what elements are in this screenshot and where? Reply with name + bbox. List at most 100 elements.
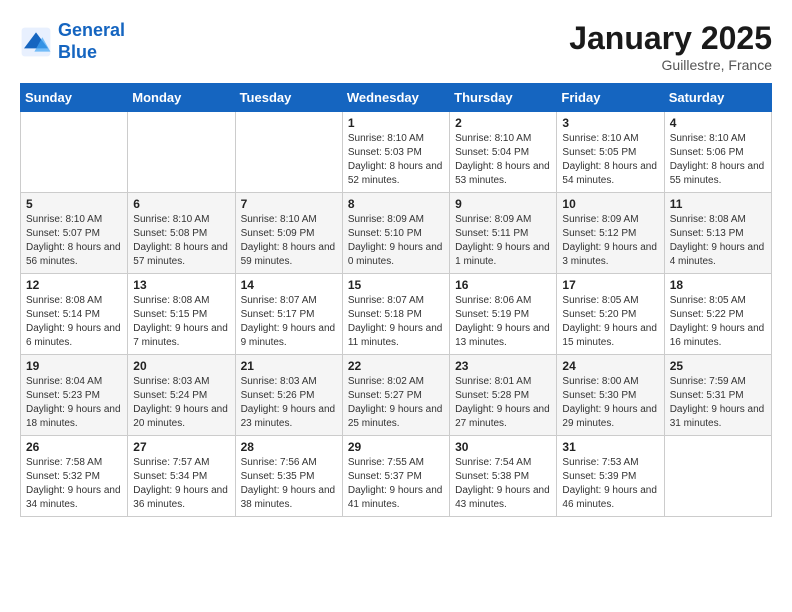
day-info: Sunrise: 8:08 AM Sunset: 5:14 PM Dayligh… (26, 294, 122, 350)
day-number: 16 (455, 278, 551, 292)
calendar-day-cell (235, 112, 342, 193)
day-info: Sunrise: 8:05 AM Sunset: 5:20 PM Dayligh… (562, 294, 658, 350)
day-number: 23 (455, 359, 551, 373)
calendar-week-row: 26Sunrise: 7:58 AM Sunset: 5:32 PM Dayli… (21, 436, 772, 517)
day-number: 31 (562, 440, 658, 454)
day-info: Sunrise: 8:01 AM Sunset: 5:28 PM Dayligh… (455, 375, 551, 431)
day-number: 17 (562, 278, 658, 292)
logo: General Blue (20, 20, 125, 63)
logo-icon (20, 26, 52, 58)
calendar-day-cell: 6Sunrise: 8:10 AM Sunset: 5:08 PM Daylig… (128, 193, 235, 274)
day-info: Sunrise: 8:10 AM Sunset: 5:03 PM Dayligh… (348, 132, 444, 188)
day-number: 30 (455, 440, 551, 454)
day-info: Sunrise: 8:08 AM Sunset: 5:13 PM Dayligh… (670, 213, 766, 269)
calendar-day-cell: 13 Sunrise: 8:08 AM Sunset: 5:15 PM Dayli… (128, 274, 235, 355)
day-info: Sunrise: 7:56 AM Sunset: 5:35 PM Dayligh… (241, 456, 337, 512)
calendar-day-cell: 9Sunrise: 8:09 AM Sunset: 5:11 PM Daylig… (450, 193, 557, 274)
day-number: 11 (670, 197, 766, 211)
calendar-day-cell: 29 Sunrise: 7:55 AM Sunset: 5:37 PM Dayli… (342, 436, 449, 517)
day-info: Sunrise: 8:00 AM Sunset: 5:30 PM Dayligh… (562, 375, 658, 431)
calendar-day-cell: 26Sunrise: 7:58 AM Sunset: 5:32 PM Dayli… (21, 436, 128, 517)
day-info: Sunrise: 8:10 AM Sunset: 5:09 PM Dayligh… (241, 213, 337, 269)
calendar-subtitle: Guillestre, France (569, 57, 772, 73)
weekday-header: Friday (557, 84, 664, 112)
day-info: Sunrise: 8:07 AM Sunset: 5:18 PM Dayligh… (348, 294, 444, 350)
calendar-day-cell: 22Sunrise: 8:02 AM Sunset: 5:27 PM Dayli… (342, 355, 449, 436)
day-number: 3 (562, 116, 658, 130)
calendar-day-cell: 28 Sunrise: 7:56 AM Sunset: 5:35 PM Dayli… (235, 436, 342, 517)
day-number: 15 (348, 278, 444, 292)
calendar-week-row: 5 Sunrise: 8:10 AM Sunset: 5:07 PM Daylig… (21, 193, 772, 274)
day-info: Sunrise: 8:10 AM Sunset: 5:08 PM Dayligh… (133, 213, 229, 269)
day-info: Sunrise: 8:10 AM Sunset: 5:05 PM Dayligh… (562, 132, 658, 188)
day-info: Sunrise: 7:59 AM Sunset: 5:31 PM Dayligh… (670, 375, 766, 431)
day-number: 4 (670, 116, 766, 130)
calendar-week-row: 1 Sunrise: 8:10 AM Sunset: 5:03 PM Daylig… (21, 112, 772, 193)
day-info: Sunrise: 8:09 AM Sunset: 5:10 PM Dayligh… (348, 213, 444, 269)
weekday-header: Thursday (450, 84, 557, 112)
day-info: Sunrise: 8:03 AM Sunset: 5:26 PM Dayligh… (241, 375, 337, 431)
day-number: 7 (241, 197, 337, 211)
weekday-header-row: SundayMondayTuesdayWednesdayThursdayFrid… (21, 84, 772, 112)
calendar-day-cell: 15 Sunrise: 8:07 AM Sunset: 5:18 PM Dayli… (342, 274, 449, 355)
calendar-day-cell: 2 Sunrise: 8:10 AM Sunset: 5:04 PM Daylig… (450, 112, 557, 193)
calendar-day-cell: 25 Sunrise: 7:59 AM Sunset: 5:31 PM Dayli… (664, 355, 771, 436)
logo-text: General Blue (58, 20, 125, 63)
calendar-day-cell: 4 Sunrise: 8:10 AM Sunset: 5:06 PM Daylig… (664, 112, 771, 193)
day-info: Sunrise: 7:55 AM Sunset: 5:37 PM Dayligh… (348, 456, 444, 512)
weekday-header: Monday (128, 84, 235, 112)
day-number: 21 (241, 359, 337, 373)
day-number: 24 (562, 359, 658, 373)
day-info: Sunrise: 8:07 AM Sunset: 5:17 PM Dayligh… (241, 294, 337, 350)
day-number: 1 (348, 116, 444, 130)
day-number: 28 (241, 440, 337, 454)
calendar-day-cell: 7 Sunrise: 8:10 AM Sunset: 5:09 PM Daylig… (235, 193, 342, 274)
calendar-day-cell: 11 Sunrise: 8:08 AM Sunset: 5:13 PM Dayli… (664, 193, 771, 274)
weekday-header: Sunday (21, 84, 128, 112)
calendar-table: SundayMondayTuesdayWednesdayThursdayFrid… (20, 83, 772, 517)
day-number: 12 (26, 278, 122, 292)
calendar-day-cell: 23 Sunrise: 8:01 AM Sunset: 5:28 PM Dayli… (450, 355, 557, 436)
day-info: Sunrise: 8:10 AM Sunset: 5:04 PM Dayligh… (455, 132, 551, 188)
day-number: 20 (133, 359, 229, 373)
day-info: Sunrise: 8:10 AM Sunset: 5:07 PM Dayligh… (26, 213, 122, 269)
day-info: Sunrise: 8:10 AM Sunset: 5:06 PM Dayligh… (670, 132, 766, 188)
day-info: Sunrise: 8:04 AM Sunset: 5:23 PM Dayligh… (26, 375, 122, 431)
day-number: 19 (26, 359, 122, 373)
day-number: 27 (133, 440, 229, 454)
day-number: 29 (348, 440, 444, 454)
day-info: Sunrise: 7:54 AM Sunset: 5:38 PM Dayligh… (455, 456, 551, 512)
calendar-day-cell: 14 Sunrise: 8:07 AM Sunset: 5:17 PM Dayli… (235, 274, 342, 355)
day-info: Sunrise: 8:09 AM Sunset: 5:11 PM Dayligh… (455, 213, 551, 269)
calendar-day-cell (21, 112, 128, 193)
weekday-header: Wednesday (342, 84, 449, 112)
day-number: 13 (133, 278, 229, 292)
day-number: 26 (26, 440, 122, 454)
day-number: 2 (455, 116, 551, 130)
calendar-day-cell: 27 Sunrise: 7:57 AM Sunset: 5:34 PM Dayli… (128, 436, 235, 517)
day-number: 8 (348, 197, 444, 211)
day-number: 14 (241, 278, 337, 292)
calendar-day-cell: 30 Sunrise: 7:54 AM Sunset: 5:38 PM Dayli… (450, 436, 557, 517)
calendar-day-cell: 18Sunrise: 8:05 AM Sunset: 5:22 PM Dayli… (664, 274, 771, 355)
calendar-day-cell: 24 Sunrise: 8:00 AM Sunset: 5:30 PM Dayli… (557, 355, 664, 436)
calendar-day-cell: 8 Sunrise: 8:09 AM Sunset: 5:10 PM Daylig… (342, 193, 449, 274)
day-info: Sunrise: 8:02 AM Sunset: 5:27 PM Dayligh… (348, 375, 444, 431)
day-info: Sunrise: 8:08 AM Sunset: 5:15 PM Dayligh… (133, 294, 229, 350)
calendar-day-cell: 21 Sunrise: 8:03 AM Sunset: 5:26 PM Dayli… (235, 355, 342, 436)
weekday-header: Saturday (664, 84, 771, 112)
calendar-day-cell: 19 Sunrise: 8:04 AM Sunset: 5:23 PM Dayli… (21, 355, 128, 436)
calendar-day-cell: 31Sunrise: 7:53 AM Sunset: 5:39 PM Dayli… (557, 436, 664, 517)
day-info: Sunrise: 8:06 AM Sunset: 5:19 PM Dayligh… (455, 294, 551, 350)
day-info: Sunrise: 8:03 AM Sunset: 5:24 PM Dayligh… (133, 375, 229, 431)
day-number: 10 (562, 197, 658, 211)
calendar-day-cell: 12 Sunrise: 8:08 AM Sunset: 5:14 PM Dayli… (21, 274, 128, 355)
calendar-day-cell: 3 Sunrise: 8:10 AM Sunset: 5:05 PM Daylig… (557, 112, 664, 193)
calendar-day-cell (664, 436, 771, 517)
day-number: 25 (670, 359, 766, 373)
page-header: General Blue January 2025 Guillestre, Fr… (20, 20, 772, 73)
day-number: 18 (670, 278, 766, 292)
day-number: 5 (26, 197, 122, 211)
calendar-day-cell (128, 112, 235, 193)
day-info: Sunrise: 7:57 AM Sunset: 5:34 PM Dayligh… (133, 456, 229, 512)
